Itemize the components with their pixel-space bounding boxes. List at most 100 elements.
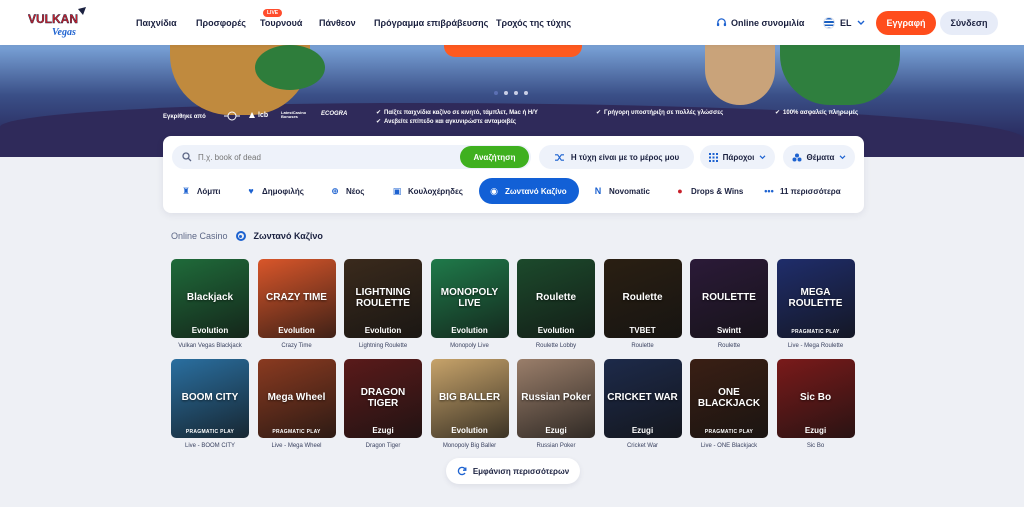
login-button[interactable]: Σύνδεση [940,11,998,35]
drops-icon: ● [677,186,683,196]
game-thumbnail[interactable]: Sic Bo Ezugi [776,359,855,438]
game-tile[interactable]: Sic Bo Ezugi Sic Bo [776,359,855,449]
game-title[interactable]: Russian Poker [517,443,595,449]
random-game-button[interactable]: Η τύχη είναι με το μέρος μου [539,145,694,169]
check-icon: ✔ [376,119,382,125]
nav-wheel-of-fortune[interactable]: Τροχός της τύχης [496,18,571,28]
game-tile[interactable]: Roulette TVBET Roulette [603,259,682,349]
game-thumbnail[interactable]: DRAGON TIGER Ezugi [344,359,422,438]
category-new[interactable]: ⊕ Νέος [330,178,364,204]
chevron-down-icon [840,154,846,159]
game-thumbnail[interactable]: Russian Poker Ezugi [517,359,595,438]
game-title[interactable]: Monopoly Live [431,343,509,349]
game-title[interactable]: Dragon Tiger [344,443,422,449]
category-popular[interactable]: ♥ Δημοφιλής [246,178,304,204]
vulkan-vegas-logo[interactable]: VULKAN Vegas [28,5,90,39]
game-title[interactable]: Live - BOOM CITY [171,443,249,449]
nav-tournaments[interactable]: LIVE Τουρνουά [260,9,302,28]
game-title[interactable]: Sic Bo [777,443,855,449]
hero-character-right [780,45,900,105]
game-tile[interactable]: MONOPOLY LIVE Evolution Monopoly Live [430,259,509,349]
game-thumbnail[interactable]: LIGHTNING ROULETTE Evolution [344,259,422,338]
nav-games[interactable]: Παιχνίδια [136,18,177,28]
game-thumbnail-title: Sic Bo [799,392,832,404]
live-indicator-icon [235,231,246,241]
show-more-button[interactable]: Εμφάνιση περισσότερων [446,458,580,484]
game-title[interactable]: Live - Mega Wheel [258,443,336,449]
game-thumbnail[interactable]: Roulette TVBET [603,259,682,338]
game-tile[interactable]: Blackjack Evolution Vulkan Vegas Blackjack [171,259,249,349]
feature-devices: ✔ Παίξτε παιχνίδια καζίνο σε κινητό, τάμπ… [376,110,538,116]
category-lobby[interactable]: ♜ Λόμπι [181,178,221,204]
game-title[interactable]: Lightning Roulette [344,343,422,349]
providers-dropdown[interactable]: Πάροχοι [700,145,775,169]
game-title[interactable]: Crazy Time [258,343,336,349]
game-title[interactable]: Roulette Lobby [517,343,595,349]
headset-icon [716,18,727,27]
game-thumbnail-title: MEGA ROULETTE [788,287,843,309]
game-title[interactable]: Cricket War [604,443,682,449]
nav-pantheon[interactable]: Πάνθεον [319,18,356,28]
game-title[interactable]: Vulkan Vegas Blackjack [171,343,249,349]
game-thumbnail[interactable]: CRAZY TIME Evolution [257,259,336,338]
game-thumbnail[interactable]: Blackjack Evolution [171,259,249,338]
carousel-dot[interactable] [494,91,498,95]
game-thumbnail-title: LIGHTNING ROULETTE [355,287,411,309]
game-title[interactable]: Live - Mega Roulette [777,343,855,349]
lcb-icon [249,112,255,118]
game-title[interactable]: Roulette [690,343,768,349]
refresh-icon [457,466,467,476]
search-input[interactable] [198,152,458,162]
category-live-casino[interactable]: ◉ Ζωντανό Καζίνο [479,178,579,204]
search-button[interactable]: Αναζήτηση [460,146,529,168]
game-tile[interactable]: MEGA ROULETTE PRAGMATIC PLAY Live - Mega R… [776,259,855,349]
game-thumbnail-title: ONE BLACKJACK [697,387,761,409]
topics-dropdown[interactable]: Θέματα [783,145,855,169]
game-thumbnail[interactable]: MEGA ROULETTE PRAGMATIC PLAY [776,259,855,338]
nav-loyalty[interactable]: Πρόγραμμα επιβράβευσης [374,18,488,28]
game-thumbnail[interactable]: MONOPOLY LIVE Evolution [430,259,509,338]
game-thumbnail[interactable]: ONE BLACKJACK PRAGMATIC PLAY [690,359,768,438]
game-tile[interactable]: DRAGON TIGER Ezugi Dragon Tiger [344,359,422,449]
game-tile[interactable]: ROULETTE Swintt Roulette [690,259,768,349]
game-title[interactable]: Live - ONE Blackjack [690,443,768,449]
game-title[interactable]: Roulette [604,343,682,349]
shuffle-icon [554,153,564,161]
game-tile[interactable]: LIGHTNING ROULETTE Evolution Lightning Rou… [344,259,422,349]
game-thumbnail[interactable]: BOOM CITY PRAGMATIC PLAY [171,359,249,438]
carousel-dot[interactable] [504,91,508,95]
game-thumbnail[interactable]: CRICKET WAR Ezugi [603,359,682,438]
online-chat-button[interactable]: Online συνομιλία [716,17,804,28]
register-button[interactable]: Εγγραφή [876,11,936,35]
heart-icon: ♥ [248,186,254,196]
game-tile[interactable]: CRAZY TIME Evolution Crazy Time [257,259,336,349]
game-thumbnail[interactable]: BIG BALLER Evolution [430,359,509,438]
game-thumbnail-title: Russian Poker [521,392,591,404]
game-thumbnail[interactable]: Roulette Evolution [517,259,595,338]
game-tile[interactable]: BOOM CITY PRAGMATIC PLAY Live - BOOM CITY [171,359,249,449]
carousel-dot[interactable] [524,91,528,95]
breadcrumb-root[interactable]: Online Casino [171,231,228,241]
game-tile[interactable]: Roulette Evolution Roulette Lobby [517,259,595,349]
license-latest-casino: LatestCasino Bonuses [281,110,307,120]
category-drops-wins[interactable]: ● Drops & Wins [675,178,743,204]
game-title[interactable]: Monopoly Big Baller [431,443,509,449]
hero-cta-button[interactable] [444,45,582,57]
category-novomatic[interactable]: N Novomatic [593,178,650,204]
game-tile[interactable]: ONE BLACKJACK PRAGMATIC PLAY Live - ONE Bl… [690,359,768,449]
game-provider: Evolution [537,326,575,335]
carousel-dot[interactable] [514,91,518,95]
game-thumbnail[interactable]: ROULETTE Swintt [690,259,768,338]
hero-character-left-gear [255,45,325,90]
game-tile[interactable]: BIG BALLER Evolution Monopoly Big Baller [430,359,509,449]
game-tile[interactable]: Russian Poker Ezugi Russian Poker [517,359,595,449]
game-tile[interactable]: CRICKET WAR Ezugi Cricket War [603,359,682,449]
game-tile[interactable]: Mega Wheel PRAGMATIC PLAY Live - Mega Whee… [257,359,336,449]
category-more[interactable]: ••• 11 περισσότερα [764,178,840,204]
nav-promotions[interactable]: Προσφορές [196,18,246,28]
language-selector[interactable]: EL [823,17,865,29]
slot-icon: ▣ [392,185,402,196]
breadcrumb-current: Ζωντανό Καζίνο [253,231,323,241]
game-thumbnail[interactable]: Mega Wheel PRAGMATIC PLAY [257,359,336,438]
category-slots[interactable]: ▣ Κουλοχέρηδες [392,178,463,204]
